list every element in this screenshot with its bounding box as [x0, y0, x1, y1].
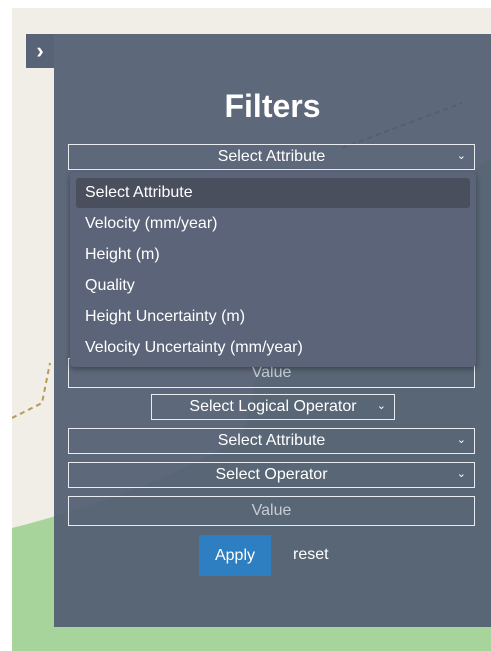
dropdown-option[interactable]: Velocity (mm/year)	[76, 209, 470, 239]
chevron-down-icon: ⌄	[456, 468, 466, 480]
logical-operator-select[interactable]: Select Logical Operator ⌄	[151, 394, 395, 420]
operator-select-2[interactable]: Select Operator ⌄	[68, 462, 475, 488]
collapse-panel-button[interactable]: ›	[26, 34, 54, 68]
dropdown-option[interactable]: Quality	[76, 271, 470, 301]
attribute-select-2-value: Select Attribute	[217, 432, 326, 449]
dropdown-option[interactable]: Height Uncertainty (m)	[76, 302, 470, 332]
panel-title: Filters	[224, 88, 321, 124]
chevron-down-icon: ⌄	[456, 434, 466, 446]
operator-select-2-value: Select Operator	[215, 466, 328, 483]
chevron-down-icon: ⌄	[456, 150, 466, 162]
chevron-down-icon: ⌄	[376, 400, 386, 412]
reset-link[interactable]: reset	[293, 546, 329, 564]
value-input-2[interactable]: Value	[68, 496, 475, 526]
dropdown-option[interactable]: Height (m)	[76, 240, 470, 270]
apply-button[interactable]: Apply	[199, 535, 271, 576]
value-input-2-placeholder: Value	[251, 502, 292, 519]
attribute-select-1[interactable]: Select Attribute ⌄	[68, 144, 475, 170]
attribute-select-1-value: Select Attribute	[217, 148, 326, 165]
attribute-select-2[interactable]: Select Attribute ⌄	[68, 428, 475, 454]
dropdown-option[interactable]: Velocity Uncertainty (mm/year)	[76, 333, 470, 363]
dropdown-option[interactable]: Select Attribute	[76, 178, 470, 208]
attribute-dropdown-list: Select Attribute Velocity (mm/year) Heig…	[70, 172, 476, 367]
chevron-right-icon: ›	[36, 38, 44, 63]
logical-operator-select-value: Select Logical Operator	[189, 398, 357, 415]
